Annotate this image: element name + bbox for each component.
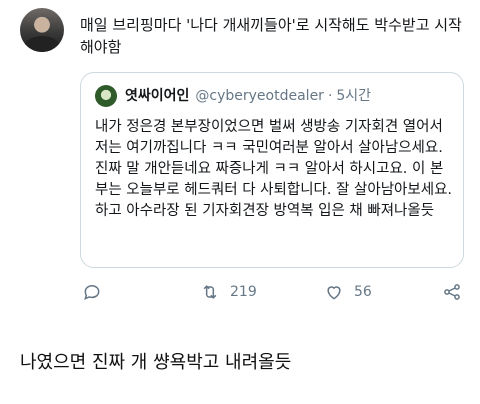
reply-icon: [84, 284, 100, 301]
quoted-tweet[interactable]: 엿싸이어인 @cyberyeotdealer · 5시간 내가 정은경 본부장이었으면…: [80, 72, 464, 268]
action-bar: 219 56: [80, 280, 464, 304]
retweet-count: 219: [230, 284, 257, 300]
quoted-body: 내가 정은경 본부장이었으면 벌써 생방송 기자회견 열어서 저는 여기까집니다…: [95, 119, 453, 219]
share-button[interactable]: [442, 280, 462, 304]
avatar[interactable]: [20, 8, 64, 52]
tweet[interactable]: 매일 브리핑마다 '나다 개새끼들아'로 시작해도 박수받고 시작해야함 엿싸이…: [0, 0, 480, 310]
comment-text: 나였으면 진짜 개 썅욕박고 내려올듯: [20, 352, 292, 373]
quoted-display-name[interactable]: 엿싸이어인: [125, 88, 189, 104]
quoted-header: 엿싸이어인 @cyberyeotdealer · 5시간: [125, 86, 371, 106]
tweet-text: 매일 브리핑마다 '나다 개새끼들아'로 시작해도 박수받고 시작해야함: [80, 16, 462, 56]
reply-button[interactable]: [82, 280, 102, 304]
quoted-avatar[interactable]: [95, 85, 117, 107]
quoted-handle[interactable]: @cyberyeotdealer: [195, 88, 324, 104]
quoted-timestamp[interactable]: 5시간: [336, 88, 371, 104]
like-count: 56: [354, 284, 372, 300]
retweet-icon: [203, 285, 217, 299]
retweet-button[interactable]: 219: [200, 280, 257, 304]
avatar-figure: [24, 36, 60, 52]
share-icon: [444, 284, 460, 300]
heart-icon: [327, 286, 341, 300]
like-button[interactable]: 56: [324, 280, 372, 304]
dot-separator: ·: [327, 88, 333, 104]
